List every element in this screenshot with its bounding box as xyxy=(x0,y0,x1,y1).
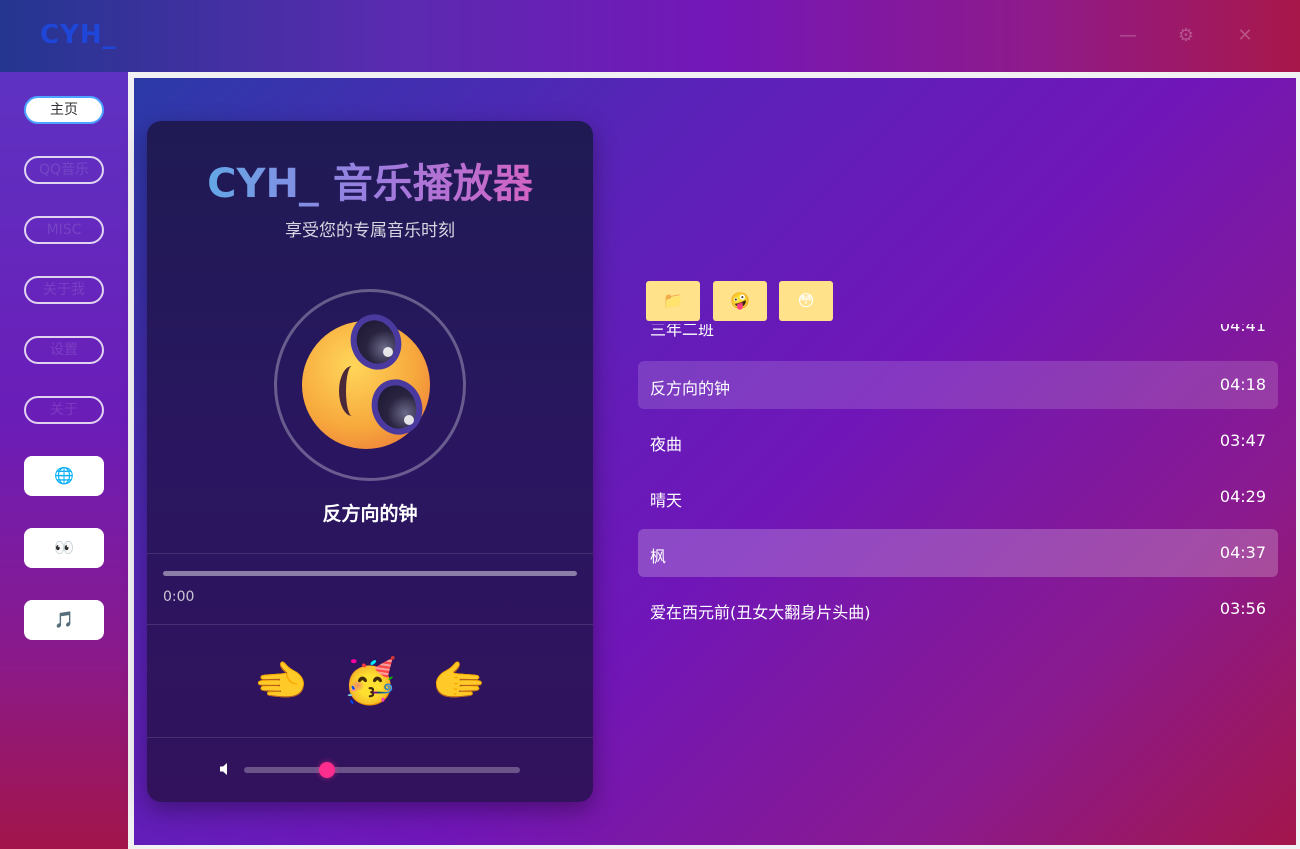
nav-qq-music[interactable]: QQ音乐 xyxy=(24,156,104,184)
song-duration: 03:47 xyxy=(1219,431,1266,450)
nav-about[interactable]: 关于 xyxy=(24,396,104,424)
folder-icon: 📁 xyxy=(663,291,683,310)
hand-left-icon: 🫲 xyxy=(253,656,309,707)
playlist-row[interactable]: 反方向的钟 04:18 xyxy=(638,361,1278,409)
silly-face-button[interactable]: 🤪 xyxy=(713,281,767,321)
playlist: 三年二班 04:41 反方向的钟 04:18 夜曲 03:47 晴天 04:29… xyxy=(638,324,1278,644)
current-time: 0:00 xyxy=(163,589,195,605)
lens-glint xyxy=(404,415,414,425)
playlist-row[interactable]: 三年二班 04:41 xyxy=(638,324,1278,350)
volume-icon[interactable] xyxy=(219,762,233,776)
playlist-row[interactable]: 晴天 04:29 xyxy=(638,473,1278,521)
divider xyxy=(147,737,593,738)
eyes-icon: 👀 xyxy=(54,538,74,557)
nav-settings[interactable]: 设置 xyxy=(24,336,104,364)
music-button[interactable]: 🎵 xyxy=(24,600,104,640)
player-title: CYH_ 音乐播放器 xyxy=(147,151,593,209)
now-playing-title: 反方向的钟 xyxy=(322,503,418,525)
song-duration: 04:37 xyxy=(1219,543,1266,562)
song-title: 爱在西元前(丑女大翻身片头曲) xyxy=(650,603,871,622)
app-logo: CYH_ xyxy=(40,20,117,50)
minimize-button[interactable]: — xyxy=(1116,24,1140,48)
close-button[interactable]: ✕ xyxy=(1233,24,1257,48)
song-duration: 04:41 xyxy=(1219,324,1266,335)
player-subtitle: 享受您的专属音乐时刻 xyxy=(285,221,455,241)
main-area: CYH_ 音乐播放器 享受您的专属音乐时刻 反方向的钟 0:00 🫲 🥳 🫱 📁… xyxy=(128,72,1300,849)
blush-face-icon: 😳 xyxy=(797,291,815,310)
volume-thumb[interactable] xyxy=(318,762,335,778)
player-card: CYH_ 音乐播放器 享受您的专属音乐时刻 反方向的钟 0:00 🫲 🥳 🫱 xyxy=(147,121,593,802)
divider xyxy=(147,553,593,554)
globe-icon: 🌐 xyxy=(54,466,74,485)
globe-button[interactable]: 🌐 xyxy=(24,456,104,496)
blush-face-button[interactable]: 😳 xyxy=(779,281,833,321)
face-mouth xyxy=(339,366,365,416)
nav-misc[interactable]: MISC xyxy=(24,216,104,244)
divider xyxy=(147,624,593,625)
song-title: 三年二班 xyxy=(650,324,715,339)
song-title: 反方向的钟 xyxy=(650,379,731,398)
playlist-row[interactable]: 爱在西元前(丑女大翻身片头曲) 03:56 xyxy=(638,585,1278,633)
playlist-row[interactable]: 夜曲 03:47 xyxy=(638,417,1278,465)
progress-bar[interactable] xyxy=(163,571,577,576)
open-folder-button[interactable]: 📁 xyxy=(646,281,700,321)
party-face-icon: 🥳 xyxy=(342,656,398,707)
volume-slider[interactable] xyxy=(244,767,520,773)
sidebar: 主页 QQ音乐 MISC 关于我 设置 关于 🌐 👀 🎵 xyxy=(0,72,128,849)
eyes-button[interactable]: 👀 xyxy=(24,528,104,568)
song-title: 夜曲 xyxy=(650,435,683,454)
song-title: 晴天 xyxy=(650,491,683,510)
nav-home[interactable]: 主页 xyxy=(24,96,104,124)
nav-about-me[interactable]: 关于我 xyxy=(24,276,104,304)
lens-glint xyxy=(383,347,393,357)
music-note-icon: 🎵 xyxy=(54,610,74,629)
next-button[interactable]: 🫱 xyxy=(431,654,487,710)
song-title: 枫 xyxy=(650,547,667,566)
song-duration: 04:29 xyxy=(1219,487,1266,506)
content-panel: CYH_ 音乐播放器 享受您的专属音乐时刻 反方向的钟 0:00 🫲 🥳 🫱 📁… xyxy=(134,78,1296,845)
playlist-row[interactable]: 枫 04:37 xyxy=(638,529,1278,577)
play-button[interactable]: 🥳 xyxy=(342,654,398,710)
hand-right-icon: 🫱 xyxy=(431,656,487,707)
song-duration: 03:56 xyxy=(1219,599,1266,618)
song-duration: 04:18 xyxy=(1219,375,1266,394)
prev-button[interactable]: 🫲 xyxy=(253,654,309,710)
silly-face-icon: 🤪 xyxy=(730,291,750,310)
settings-button[interactable]: ⚙ xyxy=(1174,24,1198,48)
title-bar: CYH_ — ⚙ ✕ xyxy=(0,0,1300,72)
